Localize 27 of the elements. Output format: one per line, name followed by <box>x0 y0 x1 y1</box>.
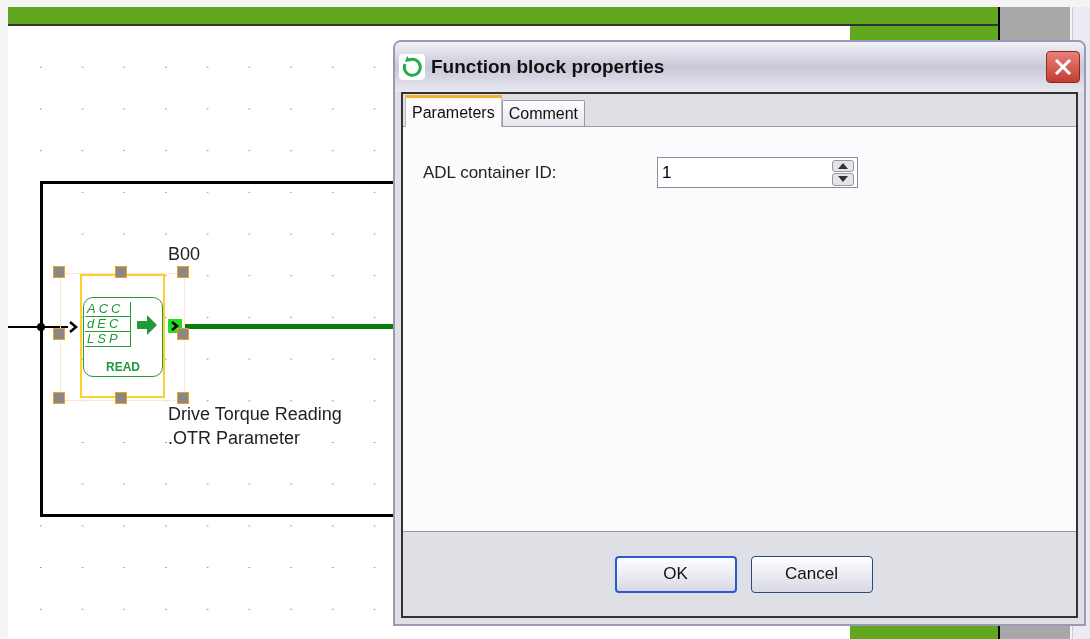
dialog-button[interactable]: OK <box>614 555 737 593</box>
icon-caption: READ <box>106 359 140 376</box>
resize-handle[interactable] <box>53 392 65 404</box>
refresh-icon <box>399 54 425 80</box>
segment-readout: LSP <box>85 332 130 347</box>
tab[interactable]: Comment <box>501 100 586 126</box>
resize-handle[interactable] <box>177 392 189 404</box>
spin-arrows-icon[interactable] <box>832 159 854 186</box>
resize-handle[interactable] <box>115 392 127 404</box>
segment-readout: ACC <box>85 302 130 317</box>
close-icon <box>1054 58 1072 76</box>
resize-handle[interactable] <box>53 266 65 278</box>
tab[interactable]: Parameters <box>405 95 502 127</box>
block-name: B00 <box>168 244 201 264</box>
window-title: Function block properties <box>431 54 666 79</box>
field-label: ADL container ID: <box>423 161 558 184</box>
resize-handle[interactable] <box>177 266 189 278</box>
dialog-button[interactable]: Cancel <box>750 555 873 593</box>
output-port <box>168 319 182 333</box>
resize-handle[interactable] <box>177 328 189 340</box>
resize-handle[interactable] <box>115 266 127 278</box>
segment-readout: dEC <box>85 317 130 332</box>
arrow-icon <box>136 314 158 336</box>
resize-handle[interactable] <box>53 328 65 340</box>
block-description: .OTR Parameter <box>168 427 302 450</box>
spin-field[interactable]: 1 <box>657 157 858 188</box>
close-button[interactable] <box>1046 51 1080 83</box>
